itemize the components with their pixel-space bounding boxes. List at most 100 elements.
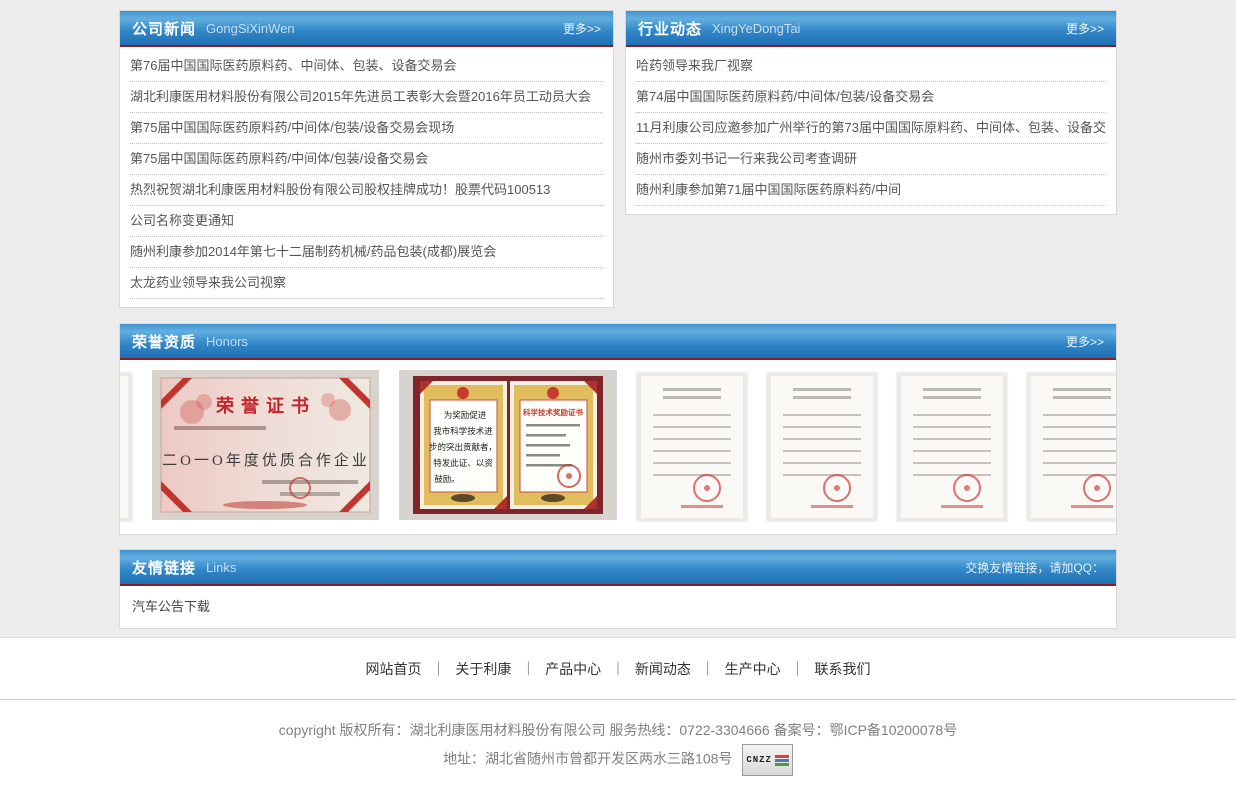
industry-news-header: 行业动态 XingYeDongTai 更多>> (626, 11, 1116, 47)
news-list-item: 哈药领导来我厂视察 (636, 51, 1106, 82)
news-link[interactable]: 第75届中国国际医药原料药/中间体/包装/设备交易会现场 (130, 113, 603, 143)
news-list-item: 11月利康公司应邀参加广州举行的第73届中国国际原料药、中间体、包装、设备交易会 (636, 113, 1106, 144)
company-news-header: 公司新闻 GongSiXinWen 更多>> (120, 11, 613, 47)
footer-nav-item: 新闻动态 ｜ (635, 661, 725, 677)
award-line-4: 特发此证、以资 (433, 458, 493, 468)
footer-nav-item: 关于利康 ｜ (455, 661, 545, 677)
news-list-item: 公司名称变更通知 (130, 206, 603, 237)
news-link[interactable]: 第76届中国国际医药原料药、中间体、包装、设备交易会 (130, 51, 603, 81)
news-list-item: 随州利康参加第71届中国国际医药原料药/中间 (636, 175, 1106, 206)
news-link[interactable]: 第75届中国国际医药原料药/中间体/包装/设备交易会 (130, 144, 603, 174)
footer-nav-band: 网站首页 ｜ 关于利康 ｜ 产品中心 ｜ 新闻动态 ｜ (0, 638, 1236, 700)
links-title: 友情链接 (132, 557, 196, 578)
news-list-item: 太龙药业领导来我公司视察 (130, 268, 603, 299)
award-line-3: 步的突出贡献者， (429, 442, 497, 452)
certificate-photo-award[interactable]: 为奖励促进 我市科学技术进 步的突出贡献者， 特发此证、以资 鼓励。 科学技术奖… (399, 370, 617, 525)
news-list-item: 随州利康参加2014年第七十二届制药机械/药品包装(成都)展览会 (130, 237, 603, 268)
industry-news-title: 行业动态 (638, 18, 702, 39)
honors-panel: 荣誉资质 Honors 更多>> (119, 323, 1117, 535)
industry-news-more-link[interactable]: 更多>> (1066, 20, 1104, 37)
footer: 网站首页 ｜ 关于利康 ｜ 产品中心 ｜ 新闻动态 ｜ (0, 637, 1236, 794)
footer-nav-link[interactable]: 网站首页 (366, 661, 422, 677)
news-link[interactable]: 第74届中国国际医药原料药/中间体/包装/设备交易会 (636, 82, 1106, 112)
certificate-photo-doc-1[interactable] (637, 373, 747, 521)
news-list-item: 第75届中国国际医药原料药/中间体/包装/设备交易会现场 (130, 113, 603, 144)
cnzz-stats-badge[interactable]: CNZZ (742, 744, 793, 776)
award-certificate-image: 为奖励促进 我市科学技术进 步的突出贡献者， 特发此证、以资 鼓励。 科学技术奖… (399, 370, 617, 520)
document-certificate-image (120, 376, 128, 518)
footer-nav: 网站首页 ｜ 关于利康 ｜ 产品中心 ｜ 新闻动态 ｜ (366, 659, 871, 679)
footer-nav-item: 产品中心 ｜ (545, 661, 635, 677)
award-line-1: 为奖励促进 (444, 410, 487, 420)
cnzz-bars-icon (775, 755, 789, 766)
document-certificate-image (771, 376, 873, 518)
honors-carousel: 荣誉证书 二O一O年度优质合作企业 (120, 360, 1116, 534)
footer-nav-link[interactable]: 联系我们 (814, 661, 870, 677)
document-certificate-image (641, 376, 743, 518)
certificate-photo-doc-2[interactable] (767, 373, 877, 521)
news-link[interactable]: 随州市委刘书记一行来我公司考查调研 (636, 144, 1106, 174)
nav-separator: ｜ (431, 661, 445, 677)
news-list-item: 热烈祝贺湖北利康医用材料股份有限公司股权挂牌成功！股票代码100513 (130, 175, 603, 206)
industry-news-subtitle: XingYeDongTai (712, 21, 800, 36)
honor-certificate-image: 荣誉证书 二O一O年度优质合作企业 (152, 370, 379, 520)
footer-nav-item: 联系我们 ｜ (814, 661, 870, 677)
address-line: 地址：湖北省随州市曾都开发区两水三路108号 (443, 751, 732, 767)
news-link[interactable]: 哈药领导来我厂视察 (636, 51, 1106, 81)
news-list-item: 第75届中国国际医药原料药/中间体/包装/设备交易会 (130, 144, 603, 175)
honors-more-link[interactable]: 更多>> (1066, 333, 1104, 350)
news-link[interactable]: 热烈祝贺湖北利康医用材料股份有限公司股权挂牌成功！股票代码100513 (130, 175, 603, 205)
certificate-photo-doc-3[interactable] (897, 373, 1007, 521)
certificate-photo-honor[interactable]: 荣誉证书 二O一O年度优质合作企业 (152, 370, 379, 525)
address-line-wrap: 地址：湖北省随州市曾都开发区两水三路108号 CNZZ (0, 744, 1236, 776)
honor-cert-title: 荣誉证书 (215, 395, 316, 416)
main-container: 公司新闻 GongSiXinWen 更多>> 第76届中国国际医药原料药、中间体… (119, 0, 1117, 629)
industry-news-panel: 行业动态 XingYeDongTai 更多>> 哈药领导来我厂视察 第74届中国… (625, 10, 1117, 215)
industry-news-list: 哈药领导来我厂视察 第74届中国国际医药原料药/中间体/包装/设备交易会 11月… (626, 47, 1116, 214)
award-line-5: 鼓励。 (434, 474, 460, 484)
footer-nav-link[interactable]: 产品中心 (545, 661, 601, 677)
news-link[interactable]: 湖北利康医用材料股份有限公司2015年先进员工表彰大会暨2016年员工动员大会 (130, 82, 603, 112)
news-list-item: 湖北利康医用材料股份有限公司2015年先进员工表彰大会暨2016年员工动员大会 (130, 82, 603, 113)
honors-subtitle: Honors (206, 334, 248, 349)
footer-nav-link[interactable]: 新闻动态 (635, 661, 691, 677)
cnzz-label: CNZZ (746, 746, 772, 774)
company-news-more-link[interactable]: 更多>> (563, 20, 601, 37)
document-certificate-image (1031, 376, 1116, 518)
nav-separator: ｜ (611, 661, 625, 677)
certificate-photo-clipped-left[interactable] (120, 373, 132, 521)
footer-nav-item: 生产中心 ｜ (725, 661, 815, 677)
news-list-item: 随州市委刘书记一行来我公司考查调研 (636, 144, 1106, 175)
copyright-line: copyright 版权所有：湖北利康医用材料股份有限公司 服务热线：0722-… (0, 716, 1236, 744)
news-link[interactable]: 太龙药业领导来我公司视察 (130, 268, 603, 298)
news-link[interactable]: 公司名称变更通知 (130, 206, 603, 236)
honors-header: 荣誉资质 Honors 更多>> (120, 324, 1116, 360)
company-news-subtitle: GongSiXinWen (206, 21, 295, 36)
nav-separator: ｜ (521, 661, 535, 677)
honor-cert-body: 二O一O年度优质合作企业 (162, 451, 370, 469)
footer-nav-item: 网站首页 ｜ (366, 661, 456, 677)
links-panel: 友情链接 Links 交换友情链接，请加QQ： 汽车公告下载 (119, 549, 1117, 629)
footer-nav-link[interactable]: 关于利康 (455, 661, 511, 677)
links-subtitle: Links (206, 560, 236, 575)
footer-nav-link[interactable]: 生产中心 (725, 661, 781, 677)
award-cert-title: 科学技术奖励证书 (523, 407, 583, 417)
award-line-2: 我市科学技术进 (433, 426, 493, 436)
news-link[interactable]: 11月利康公司应邀参加广州举行的第73届中国国际原料药、中间体、包装、设备交易会 (636, 113, 1106, 143)
nav-separator: ｜ (701, 661, 715, 677)
links-exchange-promo: 交换友情链接，请加QQ： (965, 559, 1104, 576)
links-body: 汽车公告下载 (120, 586, 1116, 628)
nav-separator: ｜ (791, 661, 805, 677)
document-certificate-image (901, 376, 1003, 518)
friend-link[interactable]: 汽车公告下载 (132, 599, 210, 614)
company-news-panel: 公司新闻 GongSiXinWen 更多>> 第76届中国国际医药原料药、中间体… (119, 10, 614, 308)
honors-title: 荣誉资质 (132, 331, 196, 352)
news-list-item: 第74届中国国际医药原料药/中间体/包装/设备交易会 (636, 82, 1106, 113)
certificate-photo-doc-4-clipped-right[interactable] (1027, 373, 1116, 521)
news-link[interactable]: 随州利康参加2014年第七十二届制药机械/药品包装(成都)展览会 (130, 237, 603, 267)
company-news-list: 第76届中国国际医药原料药、中间体、包装、设备交易会 湖北利康医用材料股份有限公… (120, 47, 613, 307)
news-row: 公司新闻 GongSiXinWen 更多>> 第76届中国国际医药原料药、中间体… (119, 10, 1117, 308)
copyright-block: copyright 版权所有：湖北利康医用材料股份有限公司 服务热线：0722-… (0, 700, 1236, 794)
news-link[interactable]: 随州利康参加第71届中国国际医药原料药/中间 (636, 175, 1106, 205)
links-header: 友情链接 Links 交换友情链接，请加QQ： (120, 550, 1116, 586)
